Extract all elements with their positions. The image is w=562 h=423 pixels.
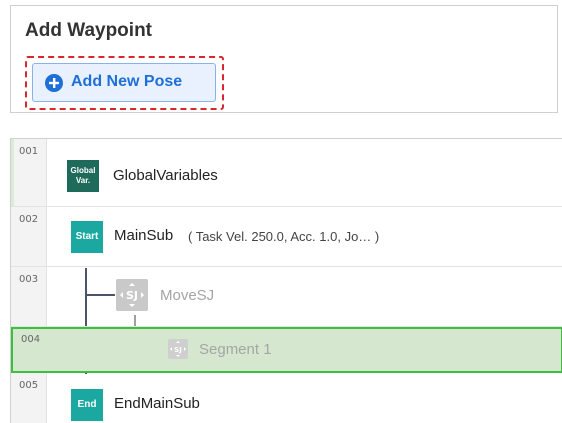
movesj-icon: SJ: [116, 279, 148, 311]
line-number: 002: [19, 214, 39, 225]
line-number: 001: [19, 146, 39, 157]
badge-line1: Global: [70, 166, 96, 175]
task-row-003[interactable]: 003 SJ MoveSJ: [11, 267, 562, 327]
line-number: 003: [19, 274, 39, 285]
badge-line2: Var.: [75, 176, 91, 185]
row-params: ( Task Vel. 250.0, Acc. 1.0, Jo… ): [188, 229, 380, 244]
add-new-pose-label: Add New Pose: [71, 73, 183, 90]
start-badge: Start: [71, 221, 103, 253]
plus-circle-icon: [45, 74, 63, 92]
add-waypoint-title: Add Waypoint: [25, 20, 152, 41]
svg-text:SJ: SJ: [174, 346, 182, 354]
task-row-005[interactable]: 005 End EndMainSub: [11, 373, 562, 423]
task-row-001[interactable]: 001 Global Var. GlobalVariables: [11, 139, 562, 207]
row-label: MainSub: [114, 227, 174, 244]
line-number: 004: [21, 334, 41, 345]
add-waypoint-panel: Add Waypoint Add New Pose: [10, 5, 558, 113]
add-new-pose-highlight: Add New Pose: [25, 56, 224, 110]
task-row-004-selected[interactable]: 004 SJ Segment 1: [11, 327, 562, 373]
line-number: 005: [19, 380, 39, 391]
add-new-pose-button[interactable]: Add New Pose: [32, 63, 216, 102]
task-list: 001 Global Var. GlobalVariables 002 Star…: [10, 138, 562, 423]
row-label: EndMainSub: [114, 395, 200, 412]
row-label: Segment 1: [199, 341, 272, 358]
row-label: MoveSJ: [160, 287, 215, 304]
end-badge: End: [71, 389, 103, 421]
row-label: GlobalVariables: [113, 167, 218, 184]
global-var-badge: Global Var.: [67, 160, 99, 192]
task-row-002[interactable]: 002 Start MainSub ( Task Vel. 250.0, Acc…: [11, 207, 562, 267]
segment-sj-icon: SJ: [168, 339, 188, 359]
svg-text:SJ: SJ: [126, 289, 138, 302]
